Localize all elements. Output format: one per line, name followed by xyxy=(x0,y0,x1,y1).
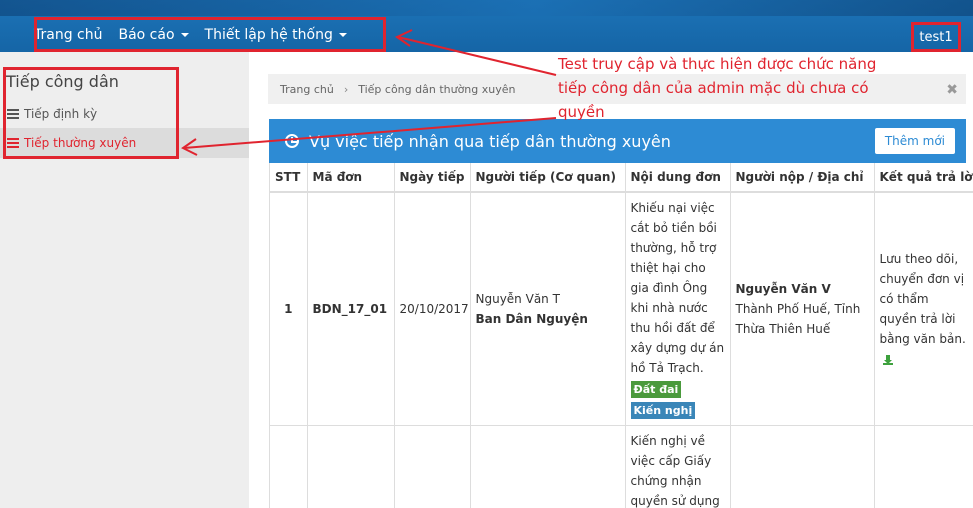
cell-stt: 1 xyxy=(270,192,308,426)
panel-title: Vụ việc tiếp nhận qua tiếp dân thường xu… xyxy=(309,131,671,151)
column-header-nguoi-nop[interactable]: Người nộp / Địa chỉ xyxy=(730,163,875,193)
cases-table: STT Mã đơn Ngày tiếp Người tiếp (Cơ quan… xyxy=(270,163,973,508)
cell-ma-don: BDN_17_01 xyxy=(307,192,395,426)
column-header-ngay-tiep[interactable]: Ngày tiếp xyxy=(394,163,471,193)
cell-ngay-tiep: 20/10/2017 xyxy=(394,192,471,426)
tag-kien-nghi: Kiến nghị xyxy=(630,402,696,419)
navbar-banner-stripe xyxy=(0,0,973,16)
cell-stt xyxy=(270,425,308,508)
breadcrumb-separator: › xyxy=(343,82,349,96)
cell-ket-qua: Lưu theo dõi, chuyển đơn vị có thẩm quyề… xyxy=(874,192,973,426)
result-text: Lưu theo dõi, chuyển đơn vị có thẩm quyề… xyxy=(879,252,966,346)
cell-noi-dung: Khiếu nại việc cắt bỏ tiền bồi thường, h… xyxy=(625,192,731,426)
annotation-box-sidebar xyxy=(3,67,179,159)
column-header-nguoi-tiep[interactable]: Người tiếp (Cơ quan) xyxy=(470,163,626,193)
complaint-content: Khiếu nại việc cắt bỏ tiền bồi thường, h… xyxy=(630,201,725,375)
annotation-note: Test truy cập và thực hiện được chức năn… xyxy=(558,55,877,121)
cell-noi-dung: Kiến nghị về việc cấp Giấy chứng nhận qu… xyxy=(625,425,731,508)
add-new-button[interactable]: Thêm mới xyxy=(874,128,955,154)
table-row[interactable]: 1 BDN_17_01 20/10/2017 Nguyễn Văn T Ban … xyxy=(270,192,973,426)
cell-ket-qua xyxy=(874,425,973,508)
submitter-address: Thành Phố Huế, Tỉnh Thừa Thiên Huế xyxy=(735,302,861,336)
table-header-row: STT Mã đơn Ngày tiếp Người tiếp (Cơ quan… xyxy=(270,163,973,193)
receiver-agency: Ban Dân Nguyện xyxy=(475,312,588,326)
tag-dat-dai: Đất đai xyxy=(630,381,682,398)
cell-nguoi-nop xyxy=(730,425,875,508)
receiver-name: Nguyễn Văn T xyxy=(475,292,560,306)
download-icon[interactable] xyxy=(882,354,893,365)
cell-nguoi-tiep xyxy=(470,425,626,508)
panel-header: Vụ việc tiếp nhận qua tiếp dân thường xu… xyxy=(269,119,966,163)
breadcrumb-home[interactable]: Trang chủ xyxy=(280,83,334,96)
cell-ma-don xyxy=(307,425,395,508)
sidebar: Tiếp công dân Tiếp định kỳ Tiếp thường x… xyxy=(0,52,249,508)
page-root: Trang chủ Báo cáo Thiết lập hệ thống tes… xyxy=(0,0,973,508)
submitter-name: Nguyễn Văn V xyxy=(735,282,831,296)
close-icon[interactable]: ✖ xyxy=(946,82,958,98)
cell-nguoi-nop: Nguyễn Văn V Thành Phố Huế, Tỉnh Thừa Th… xyxy=(730,192,875,426)
cases-table-container: STT Mã đơn Ngày tiếp Người tiếp (Cơ quan… xyxy=(269,163,973,508)
cell-ngay-tiep xyxy=(394,425,471,508)
column-header-stt[interactable]: STT xyxy=(270,163,308,193)
breadcrumb-current: Tiếp công dân thường xuyên xyxy=(358,82,516,96)
cell-nguoi-tiep: Nguyễn Văn T Ban Dân Nguyện xyxy=(470,192,626,426)
column-header-noi-dung[interactable]: Nội dung đơn xyxy=(625,163,731,193)
column-header-ma-don[interactable]: Mã đơn xyxy=(307,163,395,193)
column-header-ket-qua[interactable]: Kết quả trả lời xyxy=(874,163,973,193)
annotation-box-nav xyxy=(34,17,386,52)
history-icon xyxy=(285,134,299,148)
table-row[interactable]: Kiến nghị về việc cấp Giấy chứng nhận qu… xyxy=(270,425,973,508)
user-menu[interactable]: test1 xyxy=(911,22,961,52)
